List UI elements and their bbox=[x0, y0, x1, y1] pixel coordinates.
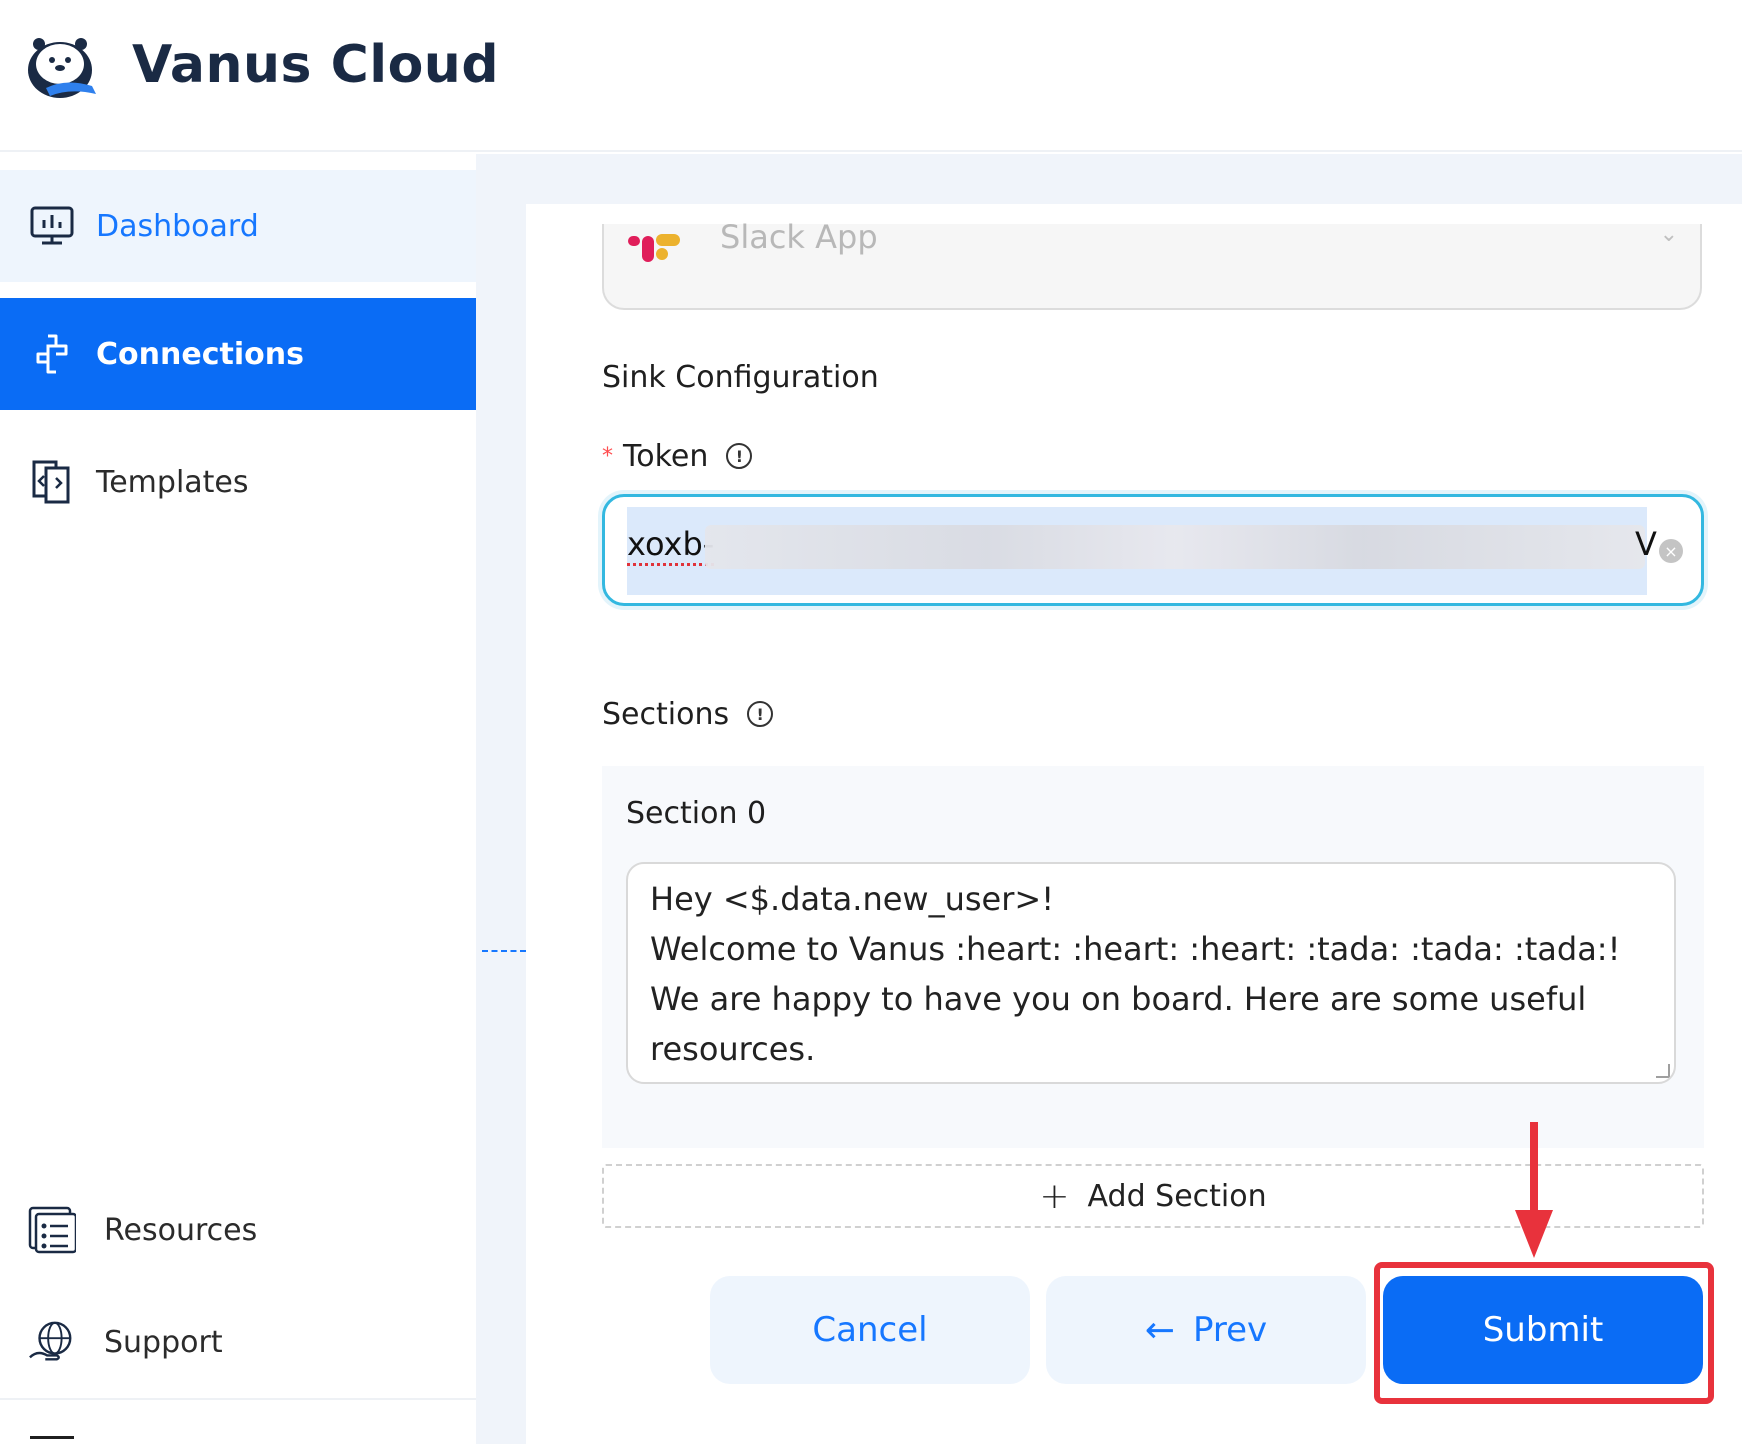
sidebar-item-label: Resources bbox=[104, 1212, 258, 1248]
sidebar-item-connections[interactable]: Connections bbox=[0, 298, 476, 410]
annotation-arrow-down-icon bbox=[1515, 1210, 1553, 1258]
redacted-token-blur bbox=[705, 525, 1645, 569]
arrow-left-icon: ← bbox=[1144, 1309, 1175, 1351]
textarea-line: Welcome to Vanus :heart: :heart: :heart:… bbox=[650, 930, 1621, 968]
sidebar-item-resources[interactable]: Resources bbox=[0, 1174, 476, 1286]
section-card: Section 0 Hey <$.data.new_user>! Welcome… bbox=[602, 766, 1704, 1148]
chevron-down-icon: ⌄ bbox=[1659, 222, 1678, 247]
textarea-line: We are happy to have you on board. Here … bbox=[650, 980, 1587, 1018]
clear-icon[interactable]: × bbox=[1659, 539, 1683, 563]
section-textarea[interactable]: Hey <$.data.new_user>! Welcome to Vanus … bbox=[626, 862, 1676, 1084]
sidebar-divider bbox=[0, 1398, 476, 1400]
sidebar-item-label: Templates bbox=[96, 464, 249, 500]
annotation-highlight-box bbox=[1374, 1262, 1714, 1404]
sidebar-item-label: Dashboard bbox=[96, 208, 259, 244]
sections-label: Sections bbox=[602, 696, 730, 732]
support-icon bbox=[28, 1318, 76, 1366]
token-label: Token bbox=[623, 438, 709, 474]
templates-icon bbox=[28, 458, 76, 506]
info-icon[interactable]: ! bbox=[747, 701, 774, 727]
connection-form-panel: Slack App ⌄ Sink Configuration * Token !… bbox=[526, 204, 1742, 1444]
textarea-line: Hey <$.data.new_user>! bbox=[650, 880, 1055, 918]
required-marker: * bbox=[602, 443, 613, 469]
token-value-prefix: xoxb- bbox=[627, 525, 715, 566]
token-value-suffix: V bbox=[1635, 525, 1657, 563]
vanus-otter-logo-icon bbox=[26, 30, 102, 100]
annotation-arrow-shaft bbox=[1530, 1122, 1538, 1218]
sections-label-row: Sections ! bbox=[602, 694, 774, 734]
token-label-row: * Token ! bbox=[602, 436, 753, 476]
section-title: Section 0 bbox=[626, 796, 767, 831]
connections-icon bbox=[28, 330, 76, 378]
plus-icon: + bbox=[1039, 1175, 1070, 1217]
prev-label: Prev bbox=[1192, 1310, 1268, 1350]
divider-dash bbox=[482, 950, 526, 952]
prev-button[interactable]: ← Prev bbox=[1046, 1276, 1366, 1384]
token-input[interactable]: xoxb- V × bbox=[602, 494, 1704, 606]
collapse-icon[interactable] bbox=[30, 1436, 74, 1439]
sink-type-value: Slack App bbox=[720, 218, 878, 256]
textarea-line: resources. bbox=[650, 1030, 816, 1068]
sidebar-item-templates[interactable]: Templates bbox=[0, 426, 476, 538]
resize-handle-icon[interactable] bbox=[1656, 1064, 1670, 1078]
resources-icon bbox=[28, 1206, 76, 1254]
info-icon[interactable]: ! bbox=[726, 443, 753, 469]
cancel-label: Cancel bbox=[812, 1310, 928, 1350]
dashboard-icon bbox=[28, 202, 76, 250]
sink-configuration-heading: Sink Configuration bbox=[602, 360, 879, 395]
sidebar: Dashboard Connections Templates Resource… bbox=[0, 154, 476, 1444]
slack-icon bbox=[628, 230, 684, 270]
cancel-button[interactable]: Cancel bbox=[710, 1276, 1030, 1384]
brand-name: Vanus Cloud bbox=[132, 35, 500, 95]
sidebar-item-label: Connections bbox=[96, 336, 304, 372]
sidebar-item-label: Support bbox=[104, 1324, 223, 1360]
sidebar-item-support[interactable]: Support bbox=[0, 1286, 476, 1398]
app-header: Vanus Cloud bbox=[0, 0, 1742, 152]
sink-type-select[interactable]: Slack App ⌄ bbox=[602, 218, 1702, 310]
sidebar-item-dashboard[interactable]: Dashboard bbox=[0, 170, 476, 282]
add-section-label: Add Section bbox=[1087, 1178, 1267, 1214]
